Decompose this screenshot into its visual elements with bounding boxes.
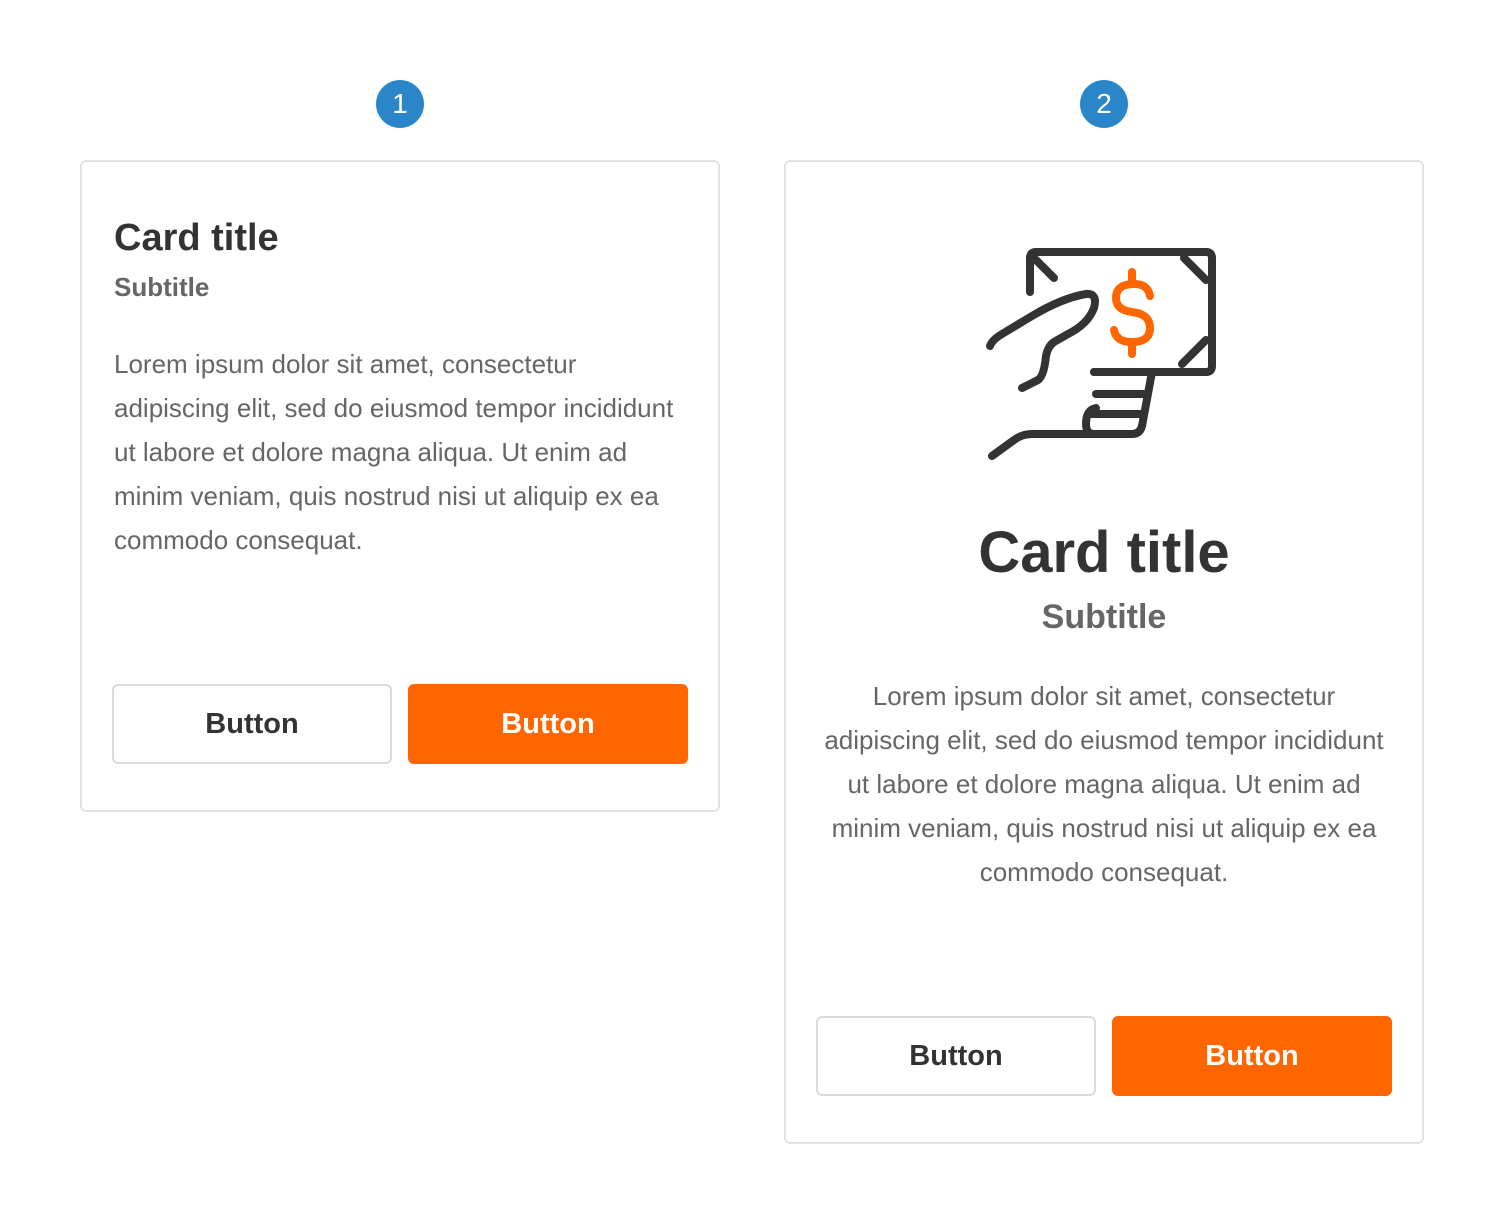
secondary-button[interactable]: Button xyxy=(816,1016,1096,1096)
card-with-illustration: Card title Subtitle Lorem ipsum dolor si… xyxy=(784,160,1424,1144)
card-body-text: Lorem ipsum dolor sit amet, consectetur … xyxy=(114,349,674,555)
card-subtitle: Subtitle xyxy=(114,272,210,302)
primary-button[interactable]: Button xyxy=(408,684,688,764)
card-title: Card title xyxy=(978,520,1230,585)
card-2-number-badge: 2 xyxy=(1080,80,1128,128)
card-subtitle: Subtitle xyxy=(1041,598,1167,636)
card-1-number-badge: 1 xyxy=(376,80,424,128)
card-text-only: Card title Subtitle Lorem ipsum dolor si… xyxy=(80,160,720,812)
card-title: Card title xyxy=(114,217,279,259)
primary-button[interactable]: Button xyxy=(1112,1016,1392,1096)
card-body-text: Lorem ipsum dolor sit amet, consectetur … xyxy=(824,681,1384,887)
secondary-button[interactable]: Button xyxy=(112,684,392,764)
hand-holding-cash-icon xyxy=(982,246,1222,466)
